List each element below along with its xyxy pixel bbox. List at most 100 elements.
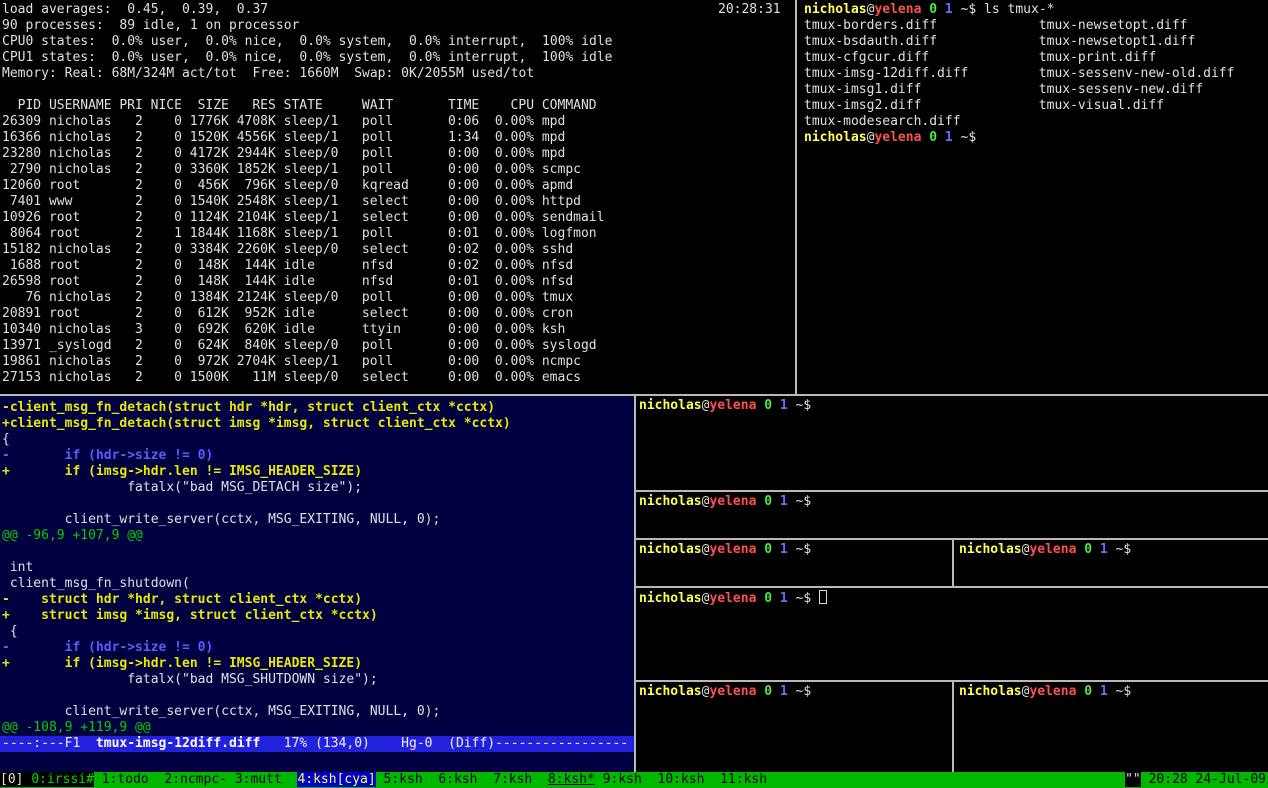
prompt-num-blue: 1 bbox=[772, 542, 788, 557]
prompt-num-green: 0 bbox=[921, 2, 937, 17]
window-items-group-b[interactable]: 5:ksh 6:ksh 7:ksh bbox=[376, 772, 548, 787]
cell-state: idle bbox=[284, 322, 354, 338]
pane-top-processes[interactable]: load averages: 0.45, 0.39, 0.37 20:28:31… bbox=[0, 0, 795, 394]
shell-pane-4[interactable]: nicholas@yelena 0 1 ~$ bbox=[954, 540, 1268, 586]
cell-cpu: 0.00% bbox=[487, 210, 534, 226]
file-name: tmux-visual.diff bbox=[1039, 98, 1164, 113]
window-item-current[interactable]: 8:ksh* bbox=[548, 772, 595, 787]
process-table: 26309nicholas201776K4708Ksleep/1poll0:06… bbox=[2, 114, 795, 386]
diff-line: + if (imsg->hdr.len != IMSG_HEADER_SIZE) bbox=[2, 656, 634, 672]
col-nice: NICE bbox=[151, 98, 182, 114]
cell-pid: 12060 bbox=[2, 178, 41, 194]
cell-state: sleep/0 bbox=[284, 290, 354, 306]
cell-size: 1384K bbox=[190, 290, 229, 306]
window-items-group-a[interactable]: 1:todo 2:ncmpc- 3:mutt bbox=[94, 772, 298, 787]
shell-pane-7[interactable]: nicholas@yelena 0 1 ~$ bbox=[954, 682, 1268, 772]
ls-output-row: tmux-modesearch.diff bbox=[804, 114, 1268, 130]
file-name: tmux-imsg1.diff bbox=[804, 82, 1039, 98]
cell-res: 2548K bbox=[237, 194, 276, 210]
cell-pid: 20891 bbox=[2, 306, 41, 322]
process-row: 1688root20148K144Kidlenfsd0:020.00%nfsd bbox=[2, 258, 795, 274]
cell-username: nicholas bbox=[49, 354, 112, 370]
shell-pane-3[interactable]: nicholas@yelena 0 1 ~$ bbox=[636, 540, 952, 586]
emacs-minibuffer[interactable] bbox=[0, 752, 634, 768]
cell-command: mpd bbox=[542, 114, 565, 130]
cell-username: root bbox=[49, 210, 112, 226]
top-summary-line: Memory: Real: 68M/324M act/tot Free: 166… bbox=[2, 66, 795, 82]
cell-wait: nfsd bbox=[362, 274, 432, 290]
cell-username: nicholas bbox=[49, 146, 112, 162]
col-command: COMMAND bbox=[542, 98, 597, 114]
cell-command: sendmail bbox=[542, 210, 605, 226]
cell-cpu: 0.00% bbox=[487, 274, 534, 290]
shell-prompt-line: nicholas@yelena 0 1 ~$ bbox=[959, 542, 1268, 558]
cell-command: tmux bbox=[542, 290, 573, 306]
ls-output-row: tmux-borders.difftmux-newsetopt.diff bbox=[804, 18, 1268, 34]
cell-pid: 19861 bbox=[2, 354, 41, 370]
shell-prompt-line: nicholas@yelena 0 1 ~$ bbox=[959, 684, 1268, 700]
cell-size: 1520K bbox=[190, 130, 229, 146]
cell-res: 2260K bbox=[237, 242, 276, 258]
prompt-sigil: ~$ bbox=[788, 684, 811, 699]
process-row: 27153nicholas201500K11Msleep/0select0:00… bbox=[2, 370, 795, 386]
diff-line: fatalx("bad MSG_DETACH size"); bbox=[2, 480, 634, 496]
emacs-diff-buffer: -client_msg_fn_detach(struct hdr *hdr, s… bbox=[0, 400, 634, 736]
cell-state: sleep/0 bbox=[284, 242, 354, 258]
cell-cpu: 0.00% bbox=[487, 242, 534, 258]
cell-state: sleep/0 bbox=[284, 370, 354, 386]
shell-prompt-line: nicholas@yelena 0 1 ~$ bbox=[639, 542, 952, 558]
cell-username: root bbox=[49, 306, 112, 322]
prompt-host: yelena bbox=[1029, 542, 1076, 557]
diff-line: { bbox=[2, 432, 634, 448]
shell-pane-1[interactable]: nicholas@yelena 0 1 ~$ bbox=[636, 396, 1268, 490]
cell-pri: 2 bbox=[119, 130, 142, 146]
cell-pri: 2 bbox=[119, 274, 142, 290]
shell-pane-5-active[interactable]: nicholas@yelena 0 1 ~$ bbox=[636, 588, 1268, 680]
process-row: 2790nicholas203360K1852Ksleep/1poll0:000… bbox=[2, 162, 795, 178]
cell-pri: 3 bbox=[119, 322, 142, 338]
cell-username: _syslogd bbox=[49, 338, 112, 354]
cell-pri: 2 bbox=[119, 194, 142, 210]
cell-size: 456K bbox=[190, 178, 229, 194]
window-item-irssi-activity[interactable]: 0:irssi# bbox=[31, 772, 94, 787]
cell-time: 0:00 bbox=[432, 178, 479, 194]
cell-pri: 2 bbox=[119, 338, 142, 354]
prompt-user: nicholas bbox=[639, 398, 702, 413]
process-row: 13971_syslogd20624K840Ksleep/0poll0:000.… bbox=[2, 338, 795, 354]
ls-output-row: tmux-imsg1.difftmux-sessenv-new.diff bbox=[804, 82, 1268, 98]
cell-pri: 2 bbox=[119, 258, 142, 274]
cell-wait: poll bbox=[362, 130, 432, 146]
cell-username: www bbox=[49, 194, 112, 210]
cell-command: httpd bbox=[542, 194, 581, 210]
cell-time: 1:34 bbox=[432, 130, 479, 146]
shell-pane-6[interactable]: nicholas@yelena 0 1 ~$ bbox=[636, 682, 952, 772]
window-item-ksh-highlight[interactable]: 4:ksh[cya] bbox=[297, 772, 375, 787]
file-name: tmux-sessenv-new.diff bbox=[1039, 82, 1203, 97]
cell-time: 0:00 bbox=[432, 290, 479, 306]
window-items-group-c[interactable]: 9:ksh 10:ksh 11:ksh bbox=[595, 772, 767, 787]
cell-state: sleep/1 bbox=[284, 354, 354, 370]
cell-wait: select bbox=[362, 242, 432, 258]
cell-size: 1500K bbox=[190, 370, 229, 386]
cell-wait: poll bbox=[362, 146, 432, 162]
pane-emacs[interactable]: -client_msg_fn_detach(struct hdr *hdr, s… bbox=[0, 396, 634, 772]
prompt-host: yelena bbox=[1029, 684, 1076, 699]
cell-time: 0:02 bbox=[432, 242, 479, 258]
shell-pane-2[interactable]: nicholas@yelena 0 1 ~$ bbox=[636, 492, 1268, 538]
cell-res: 4708K bbox=[237, 114, 276, 130]
modeline-info: 17% (134,0) Hg-0 (Diff)----------------- bbox=[260, 736, 628, 751]
file-name: tmux-newsetopt.diff bbox=[1039, 18, 1188, 33]
cell-size: 1124K bbox=[190, 210, 229, 226]
shell-prompt-line: nicholas@yelena 0 1 ~$ bbox=[639, 590, 1268, 606]
cell-state: sleep/1 bbox=[284, 130, 354, 146]
pane-shell-ls[interactable]: nicholas@yelena 0 1 ~$ ls tmux-* tmux-bo… bbox=[801, 0, 1268, 394]
col-pri: PRI bbox=[119, 98, 142, 114]
diff-line: -client_msg_fn_detach(struct hdr *hdr, s… bbox=[2, 400, 634, 416]
cell-wait: select bbox=[362, 306, 432, 322]
cell-pri: 2 bbox=[119, 162, 142, 178]
diff-line: { bbox=[2, 624, 634, 640]
cell-res: 2124K bbox=[237, 290, 276, 306]
cell-wait: poll bbox=[362, 290, 432, 306]
pane-divider-vertical-top bbox=[795, 0, 797, 394]
cell-pid: 1688 bbox=[2, 258, 41, 274]
